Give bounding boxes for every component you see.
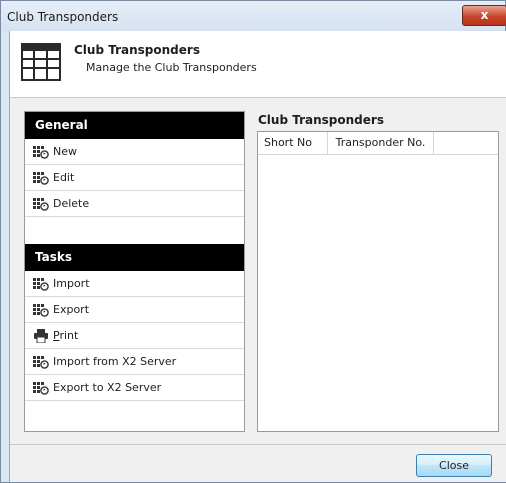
page-title: Club Transponders [74, 43, 200, 57]
footer-divider [10, 444, 506, 445]
new-label: New [53, 145, 77, 158]
table-refresh-icon [33, 381, 49, 395]
import-from-x2-server-button[interactable]: Import from X2 Server [25, 349, 244, 375]
edit-button[interactable]: Edit [25, 165, 244, 191]
import-label: Import [53, 277, 90, 290]
table-refresh-icon [33, 171, 49, 185]
delete-label: Delete [53, 197, 90, 210]
page-subtitle: Manage the Club Transponders [86, 61, 257, 74]
actions-panel: General New Edit Delete Tasks Import Exp… [24, 111, 245, 432]
table-refresh-icon [33, 355, 49, 369]
export-to-x2-server-button[interactable]: Export to X2 Server [25, 375, 244, 401]
table-icon [21, 43, 61, 81]
window-close-button[interactable]: x [462, 5, 506, 26]
import-from-x2-server-label: Import from X2 Server [53, 355, 177, 368]
section-tasks-heading: Tasks [25, 244, 244, 271]
print-button[interactable]: Print [25, 323, 244, 349]
table-refresh-icon [33, 303, 49, 317]
title-bar[interactable]: Club Transponders x [1, 1, 506, 31]
transponders-table[interactable]: Short No Transponder No. [257, 131, 499, 432]
print-label-rest: rint [59, 329, 79, 342]
table-refresh-icon [33, 197, 49, 211]
header-panel: Club Transponders Manage the Club Transp… [10, 31, 506, 98]
export-label: Export [53, 303, 90, 316]
section-general-heading: General [25, 112, 244, 139]
table-refresh-icon [33, 277, 49, 291]
column-header-transponder-no[interactable]: Transponder No. [328, 132, 434, 154]
new-button[interactable]: New [25, 139, 244, 165]
window-title: Club Transponders [7, 10, 119, 24]
close-button[interactable]: Close [416, 454, 492, 477]
column-header-short-no[interactable]: Short No [258, 132, 328, 154]
table-refresh-icon [33, 145, 49, 159]
print-label: Print [53, 323, 78, 348]
delete-button[interactable]: Delete [25, 191, 244, 217]
dialog-body: Club Transponders Manage the Club Transp… [9, 31, 506, 482]
printer-icon [34, 328, 48, 343]
dialog-window: Club Transponders x Club Transponders Ma… [0, 0, 506, 483]
export-button[interactable]: Export [25, 297, 244, 323]
grid-title: Club Transponders [258, 113, 384, 127]
import-button[interactable]: Import [25, 271, 244, 297]
edit-label: Edit [53, 171, 75, 184]
export-to-x2-server-label: Export to X2 Server [53, 381, 162, 394]
table-header: Short No Transponder No. [258, 132, 498, 155]
